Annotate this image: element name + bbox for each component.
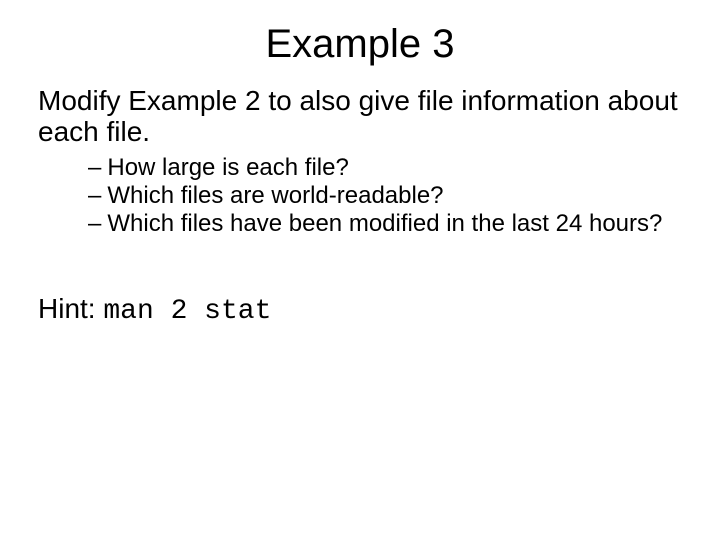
hint-code: man 2 stat <box>103 296 271 327</box>
list-item: – Which files have been modified in the … <box>88 210 682 238</box>
list-item-text: How large is each file? <box>107 154 682 182</box>
dash-icon: – <box>88 154 107 182</box>
slide-title: Example 3 <box>0 0 720 85</box>
hint-line: Hint: man 2 stat <box>38 293 682 327</box>
dash-icon: – <box>88 182 107 210</box>
list-item-text: Which files are world-readable? <box>107 182 682 210</box>
hint-label: Hint: <box>38 293 103 324</box>
lead-paragraph: Modify Example 2 to also give file infor… <box>38 85 682 148</box>
dash-icon: – <box>88 210 107 238</box>
list-item: – How large is each file? <box>88 154 682 182</box>
bullet-list: – How large is each file? – Which files … <box>38 154 682 239</box>
list-item-text: Which files have been modified in the la… <box>107 210 682 238</box>
list-item: – Which files are world-readable? <box>88 182 682 210</box>
slide: Example 3 Modify Example 2 to also give … <box>0 0 720 540</box>
slide-body: Modify Example 2 to also give file infor… <box>0 85 720 327</box>
